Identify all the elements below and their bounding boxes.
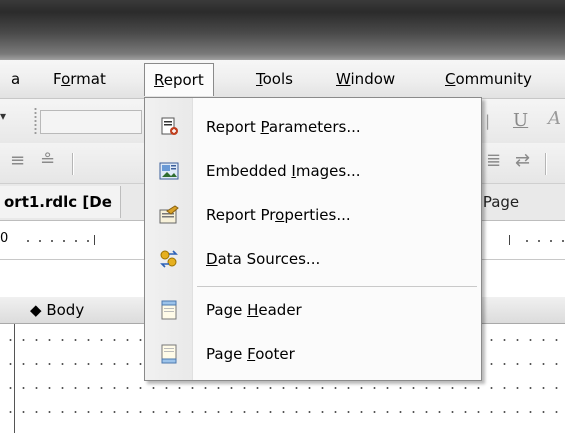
- font-color-button[interactable]: A: [548, 109, 561, 129]
- menu-format-label: Format: [53, 70, 106, 88]
- menu-tools-label: Tools: [256, 70, 293, 88]
- toolbar-separator: [72, 153, 74, 175]
- menu-window-label: Window: [336, 70, 396, 88]
- menu-item-label: Data Sources...: [206, 250, 321, 268]
- menu-item-label: Page Footer: [206, 345, 295, 363]
- menu-bar: a Format Report Tools Window Community: [0, 60, 565, 99]
- menu-item-label: Report Parameters...: [206, 118, 361, 136]
- menu-item-page-header[interactable]: Page Header: [145, 290, 481, 330]
- menu-view[interactable]: a: [8, 67, 23, 91]
- menu-item-label: Embedded Images...: [206, 162, 361, 180]
- ruler-tick: [94, 235, 95, 245]
- menu-item-label: Page Header: [206, 301, 302, 319]
- menu-report-label: Report: [154, 71, 204, 89]
- align-icon[interactable]: ≡: [10, 151, 25, 171]
- underline-button[interactable]: U: [513, 111, 528, 131]
- tab-report-rdlc[interactable]: ort1.rdlc [De: [0, 186, 121, 218]
- menu-community[interactable]: Community: [442, 67, 535, 91]
- menu-item-embedded-images[interactable]: Embedded Images...: [145, 151, 481, 191]
- embedded-images-icon: [159, 161, 179, 181]
- body-section-text: Body: [46, 301, 85, 319]
- menu-item-report-parameters[interactable]: Report Parameters...: [145, 107, 481, 147]
- menu-window[interactable]: Window: [333, 67, 398, 91]
- toolbar-divider-fragment: |: [485, 112, 491, 130]
- menu-separator: [197, 286, 477, 287]
- menu-report[interactable]: Report: [144, 63, 214, 96]
- toolbar-separator-2: [545, 153, 547, 175]
- ruler-tick-right: [509, 235, 510, 245]
- size-icon[interactable]: ⇄: [515, 151, 530, 171]
- menu-item-label: Report Properties...: [206, 206, 351, 224]
- ruler-zero-label: 0: [0, 231, 9, 246]
- report-properties-icon: [159, 205, 179, 225]
- page-footer-icon: [159, 344, 179, 364]
- report-menu-dropdown: Report Parameters... Embedded Images... …: [144, 97, 482, 381]
- design-surface-edge: [14, 324, 15, 433]
- arrow-icon: ◆: [30, 301, 42, 319]
- ruler-marks-right: [521, 237, 565, 245]
- menu-item-data-sources[interactable]: Data Sources...: [145, 239, 481, 279]
- page-header-icon: [159, 300, 179, 320]
- menu-format[interactable]: Format: [50, 67, 109, 91]
- toolbar-overflow-icon[interactable]: ▾: [0, 109, 6, 123]
- body-section-label: ◆ Body: [30, 300, 84, 320]
- data-sources-icon: [159, 249, 179, 269]
- menu-community-label: Community: [445, 70, 532, 88]
- toolbar-grip[interactable]: [34, 107, 37, 135]
- menu-tools[interactable]: Tools: [253, 67, 296, 91]
- report-parameters-icon: [159, 117, 179, 137]
- window-titlebar: [0, 0, 565, 60]
- spacing-icon[interactable]: ≣: [486, 151, 501, 171]
- font-name-combo[interactable]: [40, 110, 142, 134]
- ruler-marks: [22, 237, 92, 245]
- align-center-icon[interactable]: ≗: [40, 151, 55, 171]
- menu-item-page-footer[interactable]: Page Footer: [145, 334, 481, 374]
- menu-item-report-properties[interactable]: Report Properties...: [145, 195, 481, 235]
